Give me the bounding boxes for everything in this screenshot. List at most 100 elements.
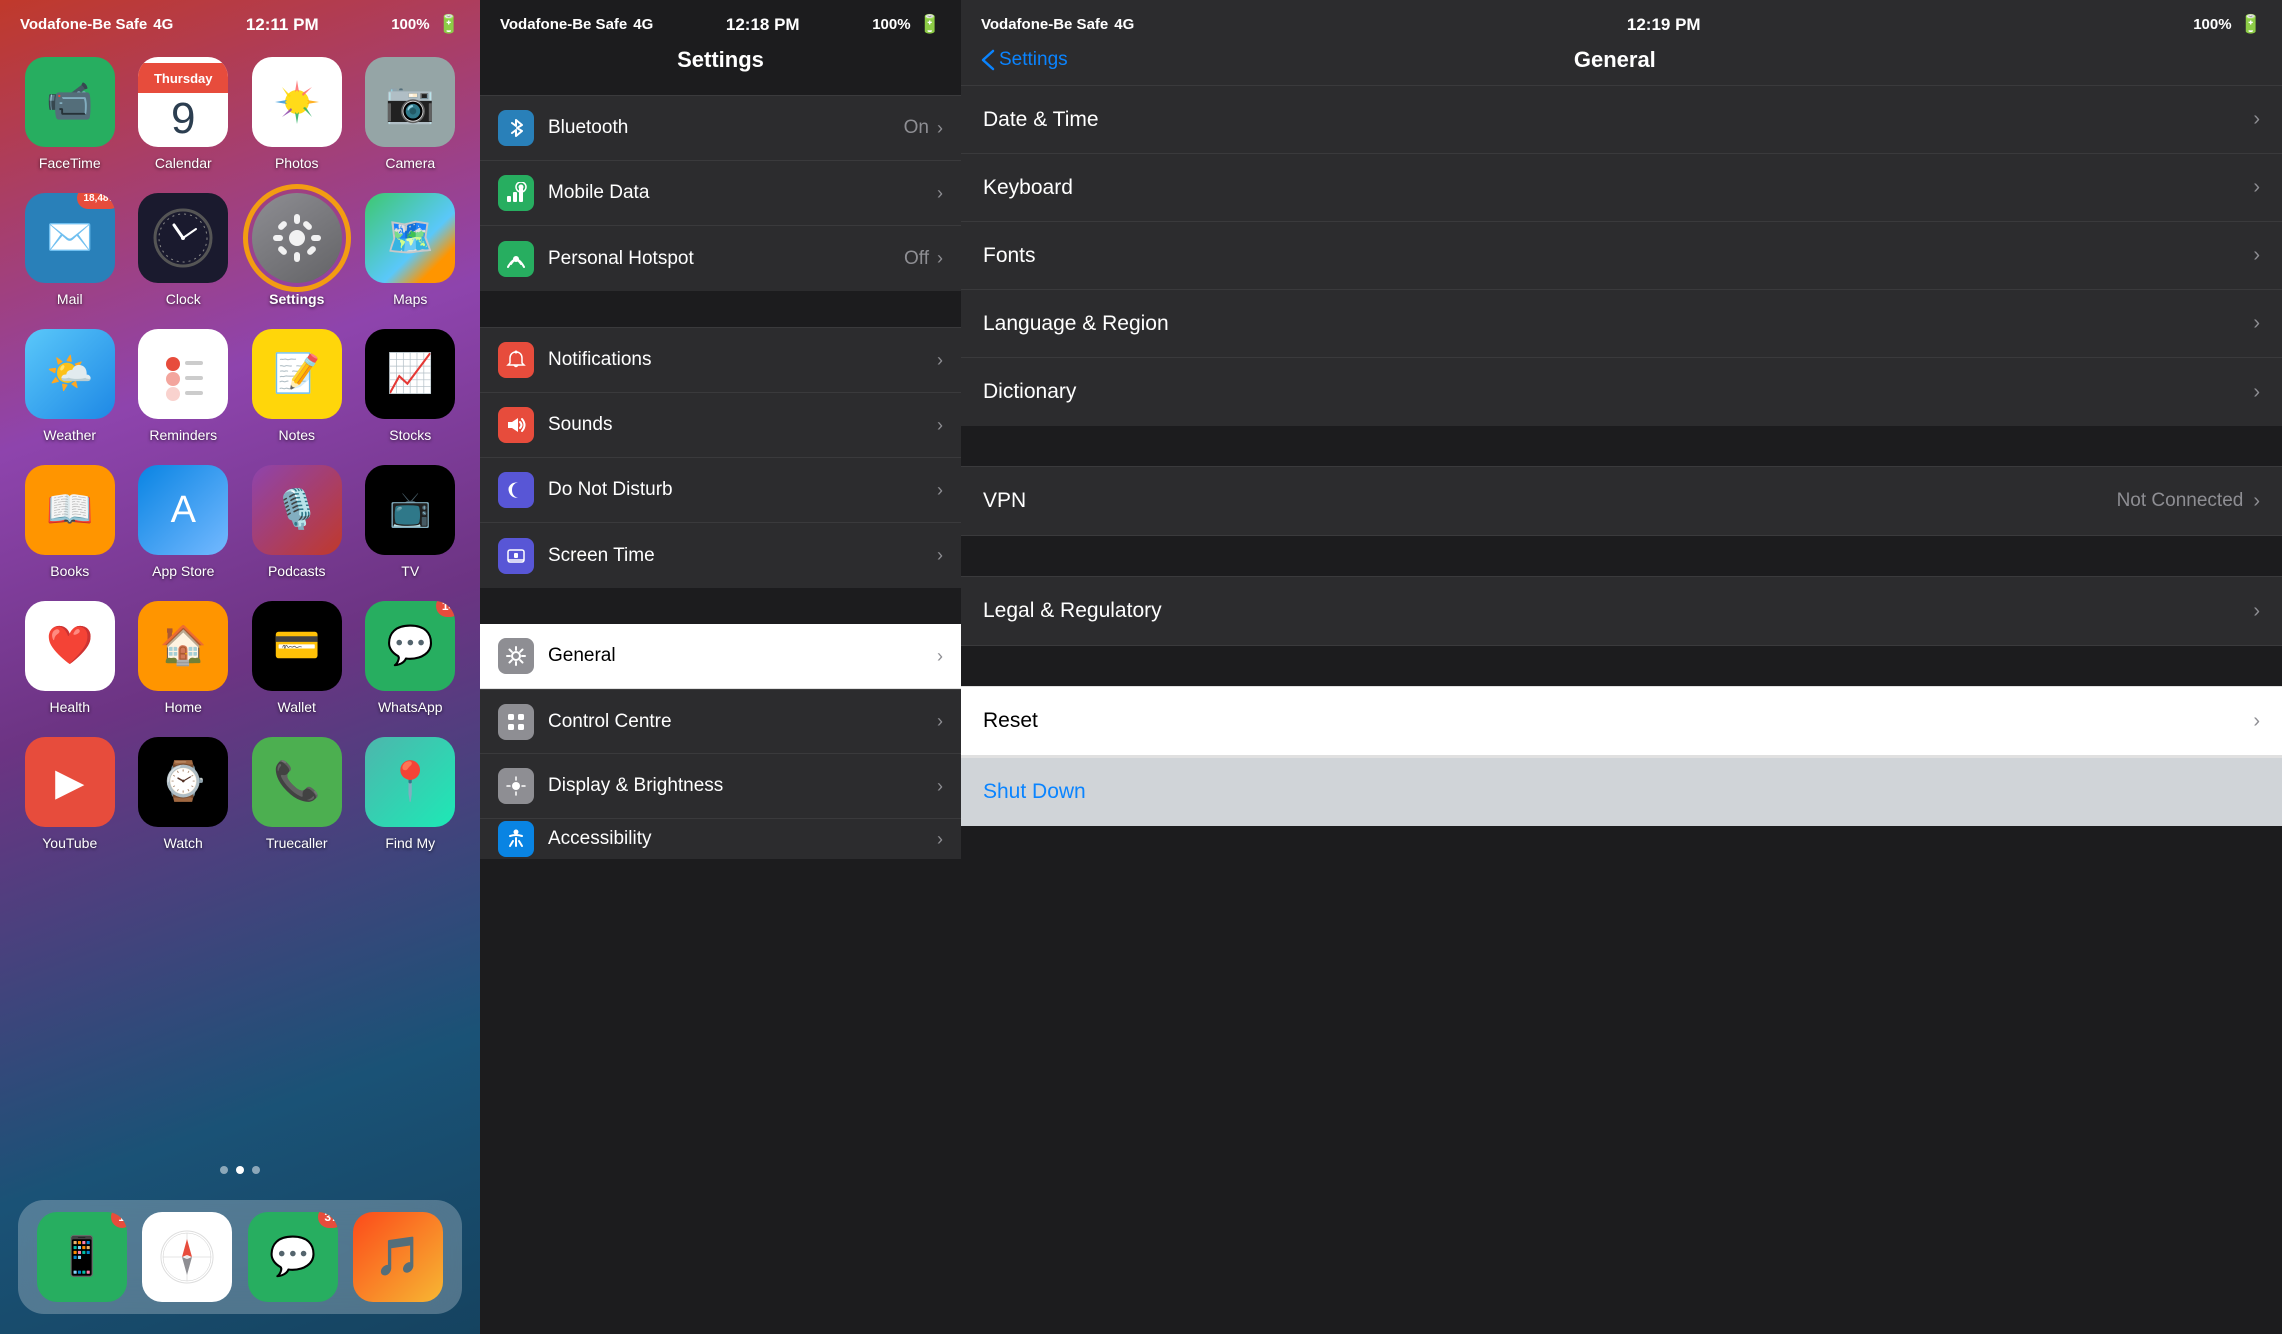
sounds-icon-wrap <box>498 407 534 443</box>
datetime-chevron: › <box>2253 108 2260 131</box>
controlcentre-label: Control Centre <box>548 711 937 733</box>
dock-safari[interactable] <box>140 1212 236 1302</box>
photos-svg <box>267 72 327 132</box>
settings-display[interactable]: Display & Brightness › <box>480 754 961 819</box>
app-mail[interactable]: ✉️ 18,487 Mail <box>18 193 122 307</box>
app-books[interactable]: 📖 Books <box>18 465 122 579</box>
music-icon: 🎵 <box>353 1212 443 1302</box>
app-truecaller[interactable]: 📞 Truecaller <box>245 737 349 851</box>
settings-status-right: 100% 🔋 <box>872 14 941 35</box>
app-photos[interactable]: Photos <box>245 57 349 171</box>
general-dictionary[interactable]: Dictionary › <box>961 358 2282 426</box>
notifications-icon-wrap <box>498 342 534 378</box>
appstore-glyph: A <box>171 489 196 532</box>
dictionary-label: Dictionary <box>983 380 2253 404</box>
books-icon: 📖 <box>25 465 115 555</box>
app-appletv[interactable]: 📺 TV <box>359 465 463 579</box>
settings-mobiledata[interactable]: Mobile Data › <box>480 161 961 226</box>
settings-status-left: Vodafone-Be Safe 4G <box>500 16 653 33</box>
general-separator-3 <box>961 646 2282 686</box>
facetime-label: FaceTime <box>39 155 101 171</box>
app-clock[interactable]: Clock <box>132 193 236 307</box>
whatsapp-label: WhatsApp <box>378 699 443 715</box>
fonts-chevron: › <box>2253 244 2260 267</box>
truecaller-icon: 📞 <box>252 737 342 827</box>
mail-label: Mail <box>57 291 83 307</box>
app-camera[interactable]: 📷 Camera <box>359 57 463 171</box>
stocks-glyph: 📈 <box>387 352 434 396</box>
vpn-label: VPN <box>983 489 2117 513</box>
battery-label: 100% <box>391 16 429 33</box>
app-calendar[interactable]: Thursday 9 Calendar <box>132 57 236 171</box>
dock-music[interactable]: 🎵 <box>351 1212 447 1302</box>
app-reminders[interactable]: Reminders <box>132 329 236 443</box>
settings-hotspot[interactable]: Personal Hotspot Off › <box>480 226 961 291</box>
camera-glyph: 📷 <box>385 79 435 126</box>
app-weather[interactable]: 🌤️ Weather <box>18 329 122 443</box>
app-whatsapp[interactable]: 💬 14 WhatsApp <box>359 601 463 715</box>
home-label: Home <box>165 699 202 715</box>
app-watch[interactable]: ⌚ Watch <box>132 737 236 851</box>
settings-sounds[interactable]: Sounds › <box>480 393 961 458</box>
general-title: General <box>1068 47 2162 73</box>
app-home[interactable]: 🏠 Home <box>132 601 236 715</box>
network-type: 4G <box>153 16 173 33</box>
app-podcasts[interactable]: 🎙️ Podcasts <box>245 465 349 579</box>
general-vpn[interactable]: VPN Not Connected › <box>961 467 2282 535</box>
whatsapp-icon: 💬 14 <box>365 601 455 691</box>
safari-svg <box>157 1227 217 1287</box>
page-dot-2 <box>252 1166 260 1174</box>
settings-accessibility[interactable]: Accessibility › <box>480 819 961 859</box>
app-grid: 📹 FaceTime Thursday 9 Calendar <box>0 41 480 867</box>
general-legal[interactable]: Legal & Regulatory › <box>961 577 2282 645</box>
truecaller-glyph: 📞 <box>273 760 320 804</box>
display-chevron: › <box>937 776 943 797</box>
app-settings[interactable]: Settings <box>245 193 349 307</box>
app-stocks[interactable]: 📈 Stocks <box>359 329 463 443</box>
app-wallet[interactable]: 💳 Wallet <box>245 601 349 715</box>
facetime-glyph: 📹 <box>46 80 93 124</box>
podcasts-label: Podcasts <box>268 563 326 579</box>
settings-battery: 100% <box>872 16 910 33</box>
app-notes[interactable]: 📝 Notes <box>245 329 349 443</box>
general-datetime[interactable]: Date & Time › <box>961 86 2282 154</box>
calendar-label: Calendar <box>155 155 212 171</box>
settings-bluetooth[interactable]: Bluetooth On › <box>480 96 961 161</box>
status-right: 100% 🔋 <box>391 14 460 35</box>
signal-icon <box>505 182 527 204</box>
status-bar-settings: Vodafone-Be Safe 4G 12:18 PM 100% 🔋 <box>480 0 961 41</box>
health-glyph: ❤️ <box>46 624 93 668</box>
dock-messages[interactable]: 💬 37 <box>245 1212 341 1302</box>
camera-icon: 📷 <box>365 57 455 147</box>
settings-label: Settings <box>269 291 324 307</box>
settings-notifications[interactable]: Notifications › <box>480 328 961 393</box>
settings-donotdisturb[interactable]: Do Not Disturb › <box>480 458 961 523</box>
app-youtube[interactable]: ▶ YouTube <box>18 737 122 851</box>
dictionary-chevron: › <box>2253 381 2260 404</box>
general-nav: Settings General <box>961 41 2282 85</box>
general-language[interactable]: Language & Region › <box>961 290 2282 358</box>
truecaller-label: Truecaller <box>266 835 328 851</box>
controlcentre-chevron: › <box>937 711 943 732</box>
maps-glyph: 🗺️ <box>387 216 434 260</box>
general-icon-wrap <box>498 638 534 674</box>
app-facetime[interactable]: 📹 FaceTime <box>18 57 122 171</box>
settings-controlcentre[interactable]: Control Centre › <box>480 689 961 754</box>
general-fonts[interactable]: Fonts › <box>961 222 2282 290</box>
app-health[interactable]: ❤️ Health <box>18 601 122 715</box>
general-shutdown[interactable]: Shut Down <box>961 758 2282 826</box>
app-appstore[interactable]: A App Store <box>132 465 236 579</box>
screentime-icon <box>505 545 527 567</box>
app-findmy[interactable]: 📍 Find My <box>359 737 463 851</box>
dock-phone[interactable]: 📱 1 <box>34 1212 130 1302</box>
controlcentre-icon-wrap <box>498 704 534 740</box>
general-keyboard[interactable]: Keyboard › <box>961 154 2282 222</box>
hotspot-chevron: › <box>937 248 943 269</box>
app-maps[interactable]: 🗺️ Maps <box>359 193 463 307</box>
general-chevron: › <box>937 646 943 667</box>
watch-icon: ⌚ <box>138 737 228 827</box>
settings-screentime[interactable]: Screen Time › <box>480 523 961 588</box>
back-button[interactable]: Settings <box>981 49 1068 71</box>
general-reset[interactable]: Reset › <box>961 687 2282 755</box>
settings-general[interactable]: General › <box>480 624 961 689</box>
